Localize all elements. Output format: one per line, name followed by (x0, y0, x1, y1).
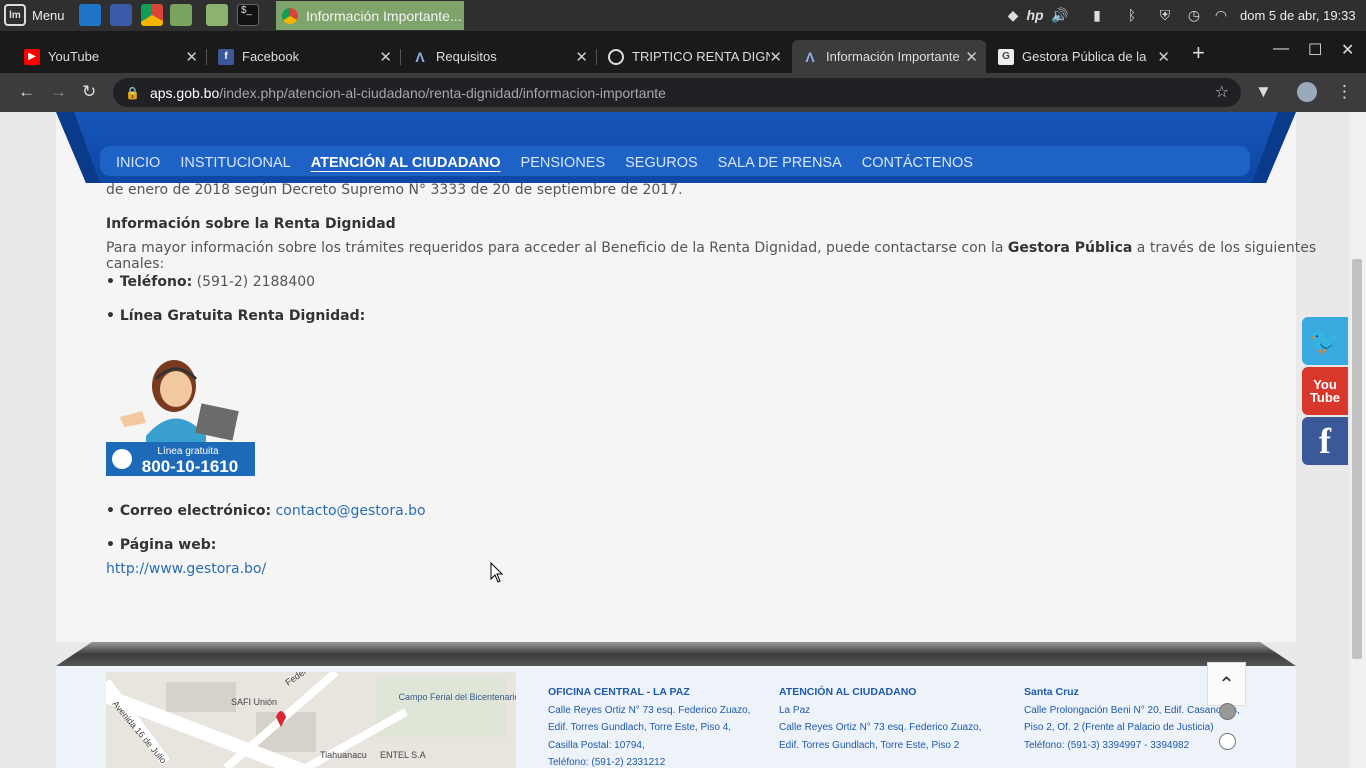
extension-icon[interactable]: ▼ (1255, 82, 1272, 102)
tab-facebook[interactable]: f Facebook ✕ (208, 40, 400, 73)
nav-pensiones[interactable]: PENSIONES (521, 155, 606, 171)
phone-line: • Teléfono: (591-2) 2188400 (106, 274, 316, 290)
aps-icon: Λ (805, 48, 815, 65)
free-line-promo-image: Línea gratuita 800-10-1610 (106, 341, 255, 476)
close-tab-icon[interactable]: ✕ (185, 48, 198, 66)
close-tab-icon[interactable]: ✕ (379, 48, 392, 66)
chrome-icon (282, 7, 298, 24)
tab-youtube[interactable]: ▶ YouTube ✕ (14, 40, 206, 73)
maximize-button[interactable]: ☐ (1308, 40, 1322, 60)
free-line-label: • Línea Gratuita Renta Dignidad: (106, 308, 366, 324)
svg-text:ENTEL S.A: ENTEL S.A (380, 750, 426, 760)
nav-contactenos[interactable]: CONTÁCTENOS (862, 155, 973, 171)
web-label: • Página web: (106, 537, 217, 553)
mint-logo-icon: lm (4, 4, 26, 26)
svg-text:SAFI Unión: SAFI Unión (231, 697, 277, 707)
wifi-icon[interactable]: ◠ (1211, 5, 1231, 25)
hp-icon[interactable]: hp (1025, 5, 1045, 25)
youtube-share-button[interactable]: You Tube (1302, 367, 1348, 415)
active-window-task[interactable]: Información Importante... (276, 1, 464, 30)
minimize-button[interactable]: — (1273, 40, 1289, 58)
menu-button[interactable]: lm Menu (4, 4, 65, 26)
location-map[interactable]: Avenida 16 de Julio SAFI Unión Federico … (106, 672, 516, 768)
nav-seguros[interactable]: SEGUROS (625, 155, 698, 171)
nav-atencion-al-ciudadano[interactable]: ATENCIÓN AL CIUDADANO (311, 155, 501, 171)
footer-atencion: ATENCIÓN AL CIUDADANO La Paz Calle Reyes… (779, 686, 982, 751)
aps-icon: Λ (415, 48, 425, 65)
bookmark-star-icon[interactable]: ☆ (1215, 82, 1229, 102)
browser-toolbar: ← → ↻ 🔒 aps.gob.bo/index.php/atencion-al… (0, 73, 1366, 112)
update-icon[interactable]: ◷ (1184, 5, 1204, 25)
facebook-icon: f (1319, 421, 1331, 461)
web-page: INICIO INSTITUCIONAL ATENCIÓN AL CIUDADA… (0, 112, 1350, 768)
terminal-launcher-icon[interactable]: $_ (237, 4, 259, 26)
back-button[interactable]: ← (18, 82, 35, 102)
tab-triptico[interactable]: TRIPTICO RENTA DIGNI ✕ (598, 40, 790, 73)
intro-text: de enero de 2018 según Decreto Supremo N… (106, 182, 683, 198)
files-launcher-icon[interactable] (170, 4, 192, 26)
app-launcher-icon[interactable] (110, 4, 132, 26)
globe-icon (608, 48, 624, 65)
facebook-share-button[interactable]: f (1302, 417, 1348, 465)
clock[interactable]: dom 5 de abr, 19:33 (1240, 8, 1356, 23)
info-paragraph: Para mayor información sobre los trámite… (106, 240, 1317, 272)
mouse-cursor-icon (490, 562, 504, 583)
new-tab-button[interactable]: + (1192, 42, 1205, 64)
scroll-to-top-button[interactable]: ⌃ (1207, 662, 1246, 706)
nav-inicio[interactable]: INICIO (116, 155, 160, 171)
vscode-launcher-icon[interactable] (79, 4, 101, 26)
bluetooth-icon[interactable]: ᛒ (1122, 5, 1142, 25)
taskbar: lm Menu $_ Información Importante... ◆ h… (0, 0, 1366, 31)
svg-text:Línea gratuita: Línea gratuita (157, 446, 219, 457)
shield-icon[interactable]: ⛨ (1155, 5, 1175, 25)
chevron-up-icon: ⌃ (1218, 673, 1235, 696)
dropbox-icon[interactable]: ◆ (1003, 5, 1023, 25)
youtube-icon: ▶ (24, 48, 40, 65)
slider-dot[interactable] (1219, 703, 1236, 720)
close-window-button[interactable]: ✕ (1341, 40, 1354, 60)
email-link[interactable]: contacto@gestora.bo (276, 503, 426, 519)
chrome-launcher-icon[interactable] (141, 4, 163, 26)
profile-avatar[interactable] (1297, 82, 1317, 102)
tab-informacion-importante[interactable]: Λ Información Importante ✕ (792, 40, 986, 73)
volume-icon[interactable]: 🔊 (1050, 5, 1070, 25)
gestora-icon: G (998, 48, 1014, 65)
nav-institucional[interactable]: INSTITUCIONAL (180, 155, 290, 171)
svg-text:Campo Ferial del Bicentenario: Campo Ferial del Bicentenario (398, 692, 516, 702)
scrollbar-thumb[interactable] (1352, 259, 1362, 659)
twitter-share-button[interactable]: 🐦 (1302, 317, 1348, 365)
close-tab-icon[interactable]: ✕ (965, 48, 978, 66)
site-main-nav: INICIO INSTITUCIONAL ATENCIÓN AL CIUDADA… (100, 148, 1250, 177)
close-tab-icon[interactable]: ✕ (1157, 48, 1170, 66)
forward-button[interactable]: → (50, 82, 67, 102)
page-scrollbar[interactable] (1350, 112, 1366, 768)
browser-tab-strip: ▶ YouTube ✕ f Facebook ✕ Λ Requisitos ✕ … (0, 31, 1366, 73)
tab-gestora[interactable]: G Gestora Pública de la ✕ (988, 40, 1178, 73)
svg-text:Tiahuanacu: Tiahuanacu (320, 750, 367, 760)
tab-requisitos[interactable]: Λ Requisitos ✕ (402, 40, 596, 73)
more-menu-icon[interactable]: ⋮ (1336, 82, 1353, 102)
twitter-icon: 🐦 (1308, 325, 1342, 356)
address-bar[interactable]: 🔒 aps.gob.bo/index.php/atencion-al-ciuda… (113, 78, 1241, 107)
email-line: • Correo electrónico: contacto@gestora.b… (106, 503, 426, 519)
close-tab-icon[interactable]: ✕ (769, 48, 782, 66)
reload-button[interactable]: ↻ (82, 82, 96, 102)
battery-icon[interactable]: ▮ (1087, 5, 1107, 25)
close-tab-icon[interactable]: ✕ (575, 48, 588, 66)
section-title: Información sobre la Renta Dignidad (106, 216, 396, 232)
svg-text:800-10-1610: 800-10-1610 (142, 457, 238, 476)
folder-launcher-icon[interactable] (206, 4, 228, 26)
nav-sala-de-prensa[interactable]: SALA DE PRENSA (718, 155, 842, 171)
web-link[interactable]: http://www.gestora.bo/ (106, 561, 266, 577)
menu-label: Menu (32, 7, 65, 23)
facebook-icon: f (218, 48, 234, 65)
slider-dot[interactable] (1219, 733, 1236, 750)
lock-icon: 🔒 (125, 85, 140, 100)
footer-office-central: OFICINA CENTRAL - LA PAZ Calle Reyes Ort… (548, 686, 751, 768)
